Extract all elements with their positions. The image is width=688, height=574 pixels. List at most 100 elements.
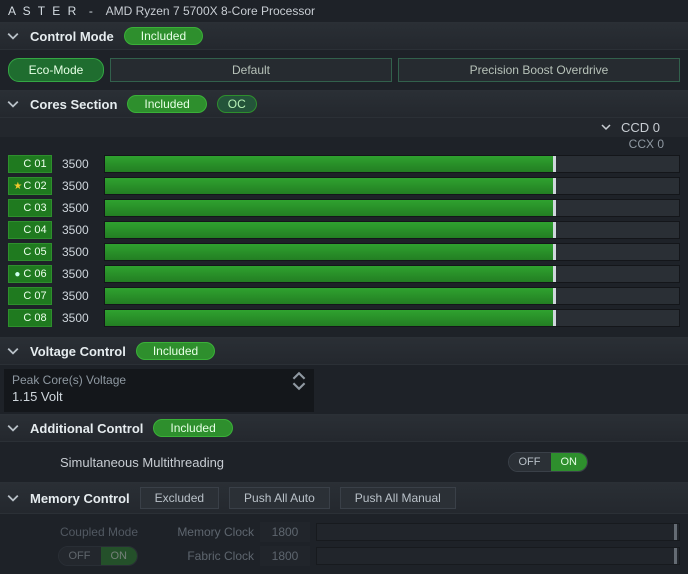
core-id: C 07 [23, 290, 46, 302]
oc-button[interactable]: OC [217, 95, 257, 113]
voltage-control-header: Voltage Control Included [0, 337, 688, 365]
cores-included-badge[interactable]: Included [127, 95, 206, 113]
core-freq: 3500 [56, 289, 100, 303]
chevron-down-icon[interactable] [6, 344, 20, 358]
core-row: C 04 3500 [8, 221, 680, 239]
ccx-row: CCX 0 [0, 137, 688, 153]
core-tag[interactable]: C 03 [8, 199, 52, 217]
core-slider[interactable] [104, 243, 680, 261]
coupled-mode-label: Coupled Mode [8, 525, 148, 539]
voltage-control-title: Voltage Control [30, 344, 126, 359]
ccx-label: CCX 0 [629, 137, 664, 151]
core-row: ●C 06 3500 [8, 265, 680, 283]
core-tag[interactable]: C 07 [8, 287, 52, 305]
memory-clock-label: Memory Clock [154, 525, 254, 539]
push-all-manual-button[interactable]: Push All Manual [340, 487, 456, 509]
core-slider[interactable] [104, 221, 680, 239]
memory-clock-slider[interactable] [316, 523, 680, 541]
memory-control-title: Memory Control [30, 491, 130, 506]
chevron-down-icon [601, 120, 611, 135]
additional-control-title: Additional Control [30, 421, 143, 436]
push-all-auto-button[interactable]: Push All Auto [229, 487, 330, 509]
control-mode-title: Control Mode [30, 29, 114, 44]
control-mode-header: Control Mode Included [0, 22, 688, 50]
fabric-clock-label: Fabric Clock [154, 549, 254, 563]
smt-off[interactable]: OFF [509, 453, 551, 471]
core-row: ★C 02 3500 [8, 177, 680, 195]
core-tag[interactable]: C 04 [8, 221, 52, 239]
additional-included-badge[interactable]: Included [153, 419, 232, 437]
memory-excluded-badge[interactable]: Excluded [140, 487, 219, 509]
core-id: C 03 [23, 202, 46, 214]
cores-section-header: Cores Section Included OC [0, 90, 688, 118]
core-id: C 01 [23, 158, 46, 170]
core-freq: 3500 [56, 201, 100, 215]
core-tag[interactable]: C 05 [8, 243, 52, 261]
core-tag[interactable]: ●C 06 [8, 265, 52, 283]
cores-section-title: Cores Section [30, 97, 117, 112]
core-id: C 02 [23, 180, 46, 192]
smt-toggle[interactable]: OFF ON [508, 452, 589, 472]
app-name-fragment: A S T E R [8, 4, 78, 18]
core-freq: 3500 [56, 267, 100, 281]
core-slider[interactable] [104, 155, 680, 173]
coupled-off[interactable]: OFF [59, 547, 101, 565]
voltage-stepper[interactable] [292, 371, 306, 391]
core-row: C 07 3500 [8, 287, 680, 305]
chevron-up-icon[interactable] [292, 371, 306, 381]
title-bar: A S T E R - AMD Ryzen 7 5700X 8-Core Pro… [0, 0, 688, 22]
core-id: C 06 [23, 268, 46, 280]
core-row: C 03 3500 [8, 199, 680, 217]
core-mark-icon: ★ [13, 181, 21, 192]
memory-control-header: Memory Control Excluded Push All Auto Pu… [0, 482, 688, 514]
core-row: C 08 3500 [8, 309, 680, 327]
smt-on[interactable]: ON [551, 453, 588, 471]
chevron-down-icon[interactable] [6, 491, 20, 505]
voltage-box: Peak Core(s) Voltage 1.15 Volt [4, 369, 314, 412]
chevron-down-icon[interactable] [292, 381, 306, 391]
core-id: C 04 [23, 224, 46, 236]
fabric-clock-value[interactable]: 1800 [260, 546, 310, 566]
core-freq: 3500 [56, 223, 100, 237]
chevron-down-icon[interactable] [6, 29, 20, 43]
core-tag[interactable]: C 08 [8, 309, 52, 327]
core-row: C 05 3500 [8, 243, 680, 261]
chevron-down-icon[interactable] [6, 421, 20, 435]
core-slider[interactable] [104, 199, 680, 217]
smt-row: Simultaneous Multithreading OFF ON [0, 442, 688, 482]
coupled-on[interactable]: ON [101, 547, 138, 565]
chevron-down-icon[interactable] [6, 97, 20, 111]
core-freq: 3500 [56, 245, 100, 259]
core-freq: 3500 [56, 179, 100, 193]
memory-block: Coupled Mode Memory Clock 1800 OFF ON Fa… [0, 514, 688, 574]
ccd-row[interactable]: CCD 0 [0, 118, 688, 137]
core-tag[interactable]: ★C 02 [8, 177, 52, 195]
coupled-mode-toggle[interactable]: OFF ON [58, 546, 139, 566]
core-slider[interactable] [104, 177, 680, 195]
core-mark-icon: ● [13, 269, 21, 280]
cores-list: C 01 3500 ★C 02 3500 C 03 3500 C 04 3500 C 05 350… [0, 153, 688, 337]
core-tag[interactable]: C 01 [8, 155, 52, 173]
core-id: C 08 [23, 312, 46, 324]
core-freq: 3500 [56, 311, 100, 325]
memory-clock-value[interactable]: 1800 [260, 522, 310, 542]
ccd-label: CCD 0 [621, 120, 660, 135]
voltage-value: 1.15 Volt [12, 389, 306, 404]
default-mode-button[interactable]: Default [110, 58, 392, 82]
core-slider[interactable] [104, 265, 680, 283]
voltage-included-badge[interactable]: Included [136, 342, 215, 360]
additional-control-header: Additional Control Included [0, 414, 688, 442]
eco-mode-button[interactable]: Eco-Mode [8, 58, 104, 82]
voltage-label: Peak Core(s) Voltage [12, 373, 306, 387]
smt-label: Simultaneous Multithreading [60, 455, 224, 470]
fabric-clock-slider[interactable] [316, 547, 680, 565]
core-row: C 01 3500 [8, 155, 680, 173]
core-slider[interactable] [104, 309, 680, 327]
core-slider[interactable] [104, 287, 680, 305]
control-mode-badge[interactable]: Included [124, 27, 203, 45]
cpu-name: AMD Ryzen 7 5700X 8-Core Processor [106, 4, 315, 18]
control-mode-buttons: Eco-Mode Default Precision Boost Overdri… [0, 50, 688, 90]
pbo-mode-button[interactable]: Precision Boost Overdrive [398, 58, 680, 82]
core-id: C 05 [23, 246, 46, 258]
core-freq: 3500 [56, 157, 100, 171]
